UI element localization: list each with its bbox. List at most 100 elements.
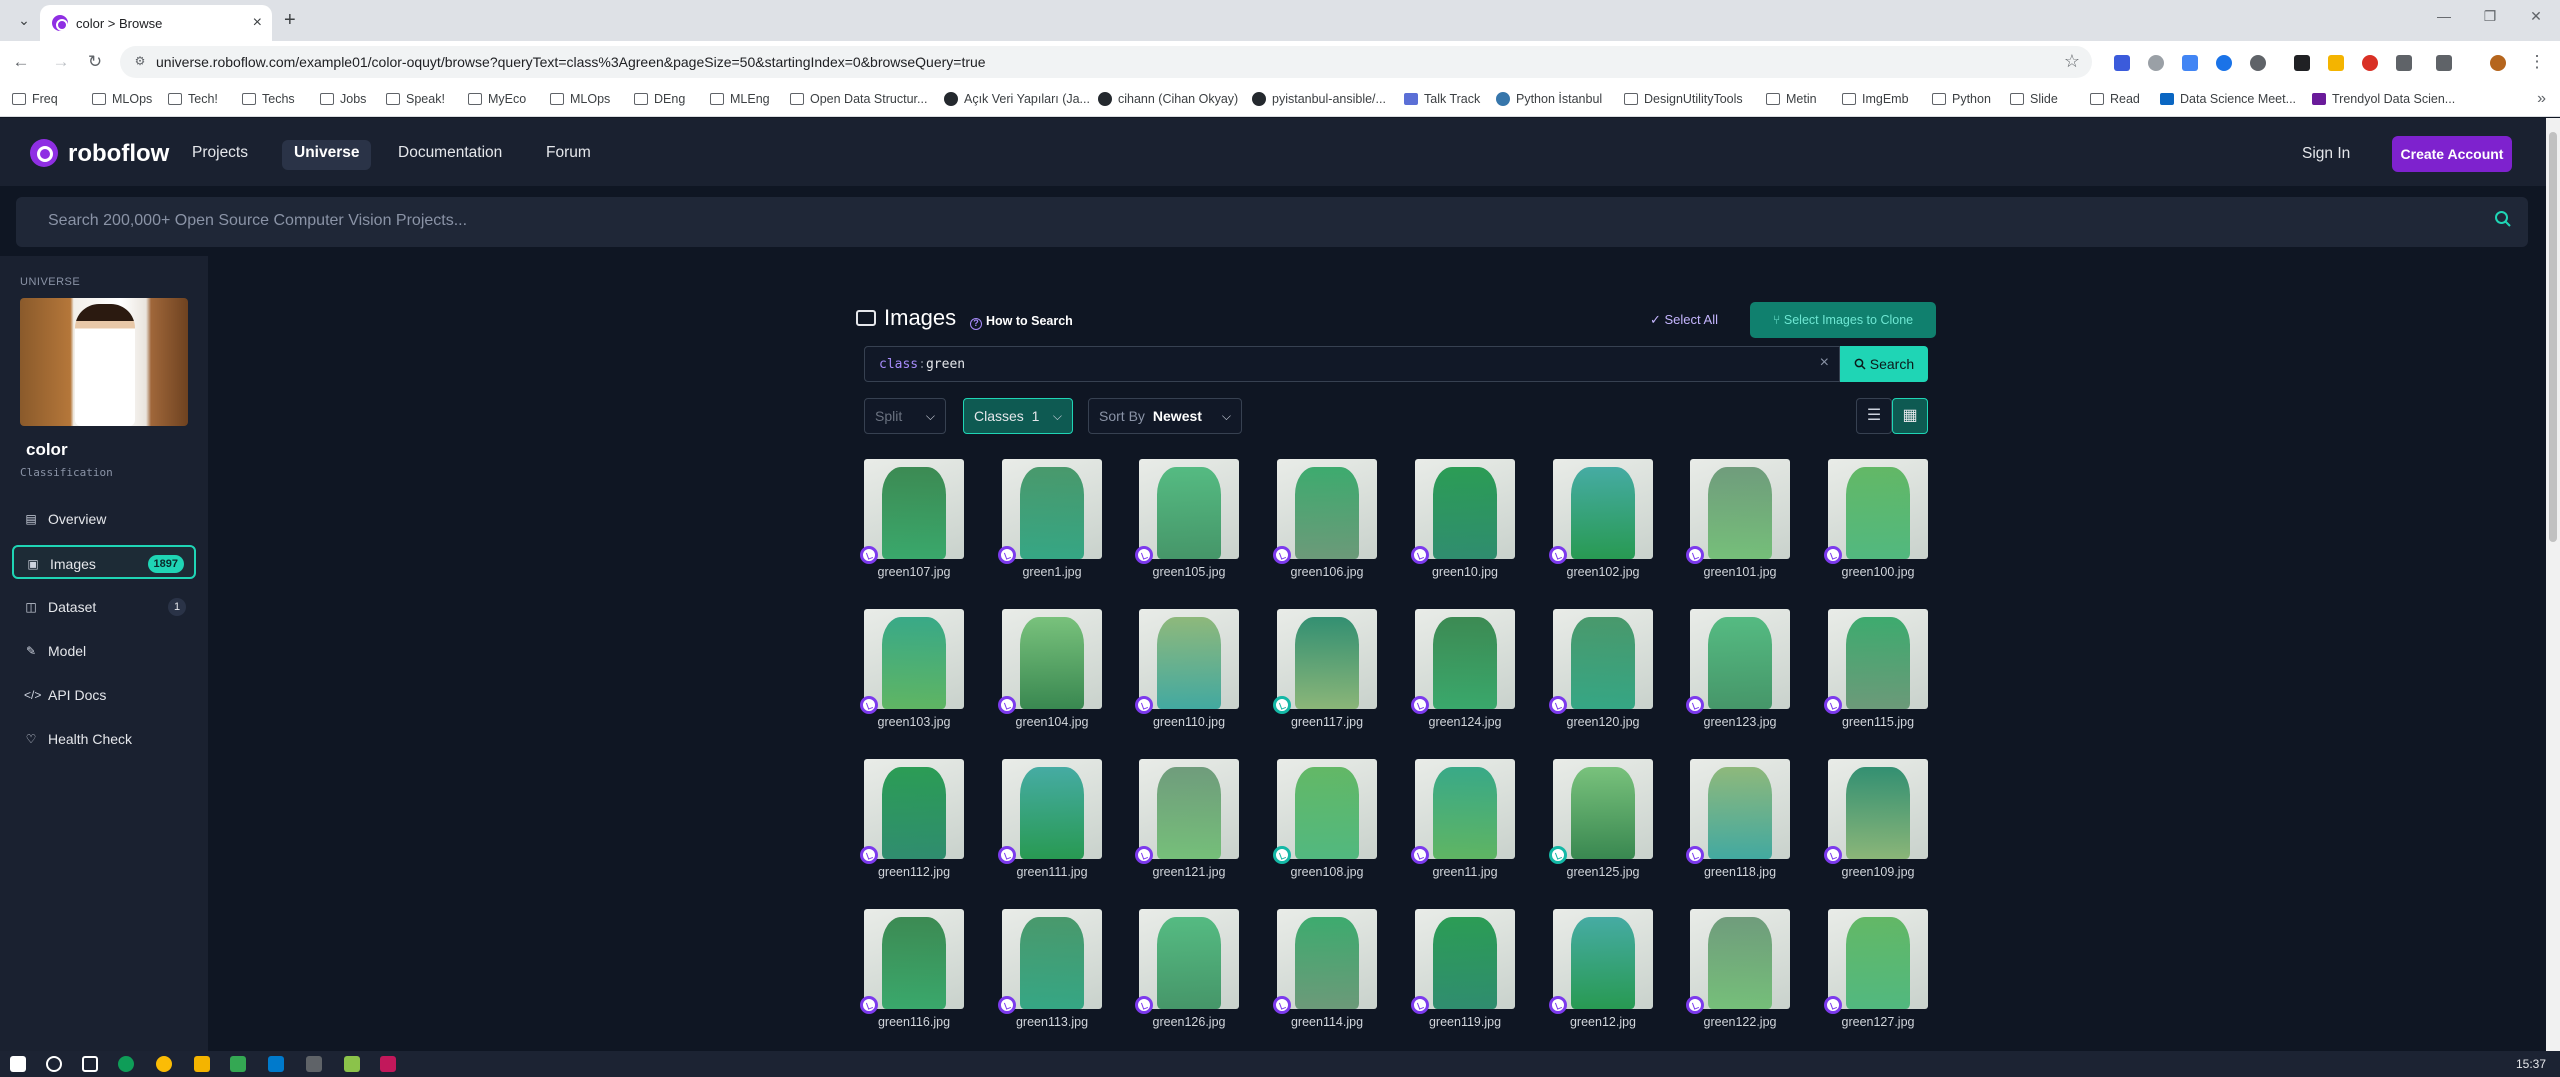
image-thumbnail[interactable] (1828, 609, 1928, 709)
site-info-icon[interactable]: ⚙ (132, 54, 148, 70)
bookmark-link[interactable]: Trendyol Data Scien... (2312, 92, 2455, 106)
image-thumbnail[interactable] (1828, 459, 1928, 559)
how-to-search-link[interactable]: ? How to Search (970, 314, 1073, 330)
sidebar-item-health-check[interactable]: ♡ Health Check (12, 722, 196, 756)
sign-in-link[interactable]: Sign In (2302, 145, 2350, 163)
image-card[interactable]: green112.jpg (860, 759, 964, 899)
extension-icon[interactable] (2362, 55, 2378, 71)
image-thumbnail[interactable] (1002, 459, 1102, 559)
address-bar[interactable]: ⚙ universe.roboflow.com/example01/color-… (120, 46, 2092, 78)
image-card[interactable]: green10.jpg (1411, 459, 1515, 599)
back-icon[interactable]: ← (10, 51, 32, 73)
bookmark-folder[interactable]: Tech! (168, 92, 218, 106)
image-card[interactable]: green122.jpg (1686, 909, 1790, 1049)
select-all-button[interactable]: ✓ Select All (1650, 312, 1718, 328)
bookmark-folder[interactable]: Jobs (320, 92, 366, 106)
roboflow-logo-icon[interactable] (30, 139, 58, 167)
terminal-icon[interactable] (306, 1056, 322, 1072)
scrollbar-thumb[interactable] (2549, 132, 2557, 542)
sidebar-item-dataset[interactable]: ◫ Dataset 1 (12, 590, 196, 624)
tab-search-icon[interactable]: ⌄ (14, 10, 34, 30)
universe-search-bar[interactable]: Search 200,000+ Open Source Computer Vis… (16, 197, 2528, 247)
nav-documentation[interactable]: Documentation (386, 140, 514, 170)
bookmark-link[interactable]: Talk Track (1404, 92, 1480, 106)
image-thumbnail[interactable] (1828, 759, 1928, 859)
image-card[interactable]: green127.jpg (1824, 909, 1928, 1049)
app-icon[interactable] (380, 1056, 396, 1072)
sidebar-item-model[interactable]: ✎ Model (12, 634, 196, 668)
image-card[interactable]: green111.jpg (998, 759, 1102, 899)
image-thumbnail[interactable] (1415, 909, 1515, 1009)
image-thumbnail[interactable] (1139, 909, 1239, 1009)
chrome-menu-icon[interactable]: ⋮ (2526, 51, 2548, 73)
image-thumbnail[interactable] (1002, 909, 1102, 1009)
windows-start-icon[interactable] (10, 1056, 26, 1072)
image-thumbnail[interactable] (1002, 609, 1102, 709)
sidebar-item-overview[interactable]: ▤ Overview (12, 502, 196, 536)
image-card[interactable]: green116.jpg (860, 909, 964, 1049)
bookmark-folder[interactable]: Metin (1766, 92, 1817, 106)
create-account-button[interactable]: Create Account (2392, 136, 2512, 172)
list-view-button[interactable]: ☰ (1856, 398, 1892, 434)
image-thumbnail[interactable] (1415, 609, 1515, 709)
search-icon[interactable] (46, 1056, 62, 1072)
sidebar-item-images[interactable]: ▣ Images 1897 (12, 545, 196, 579)
nav-projects[interactable]: Projects (180, 140, 260, 170)
bookmark-star-icon[interactable]: ☆ (2064, 51, 2080, 72)
bookmark-link[interactable]: pyistanbul-ansible/... (1252, 92, 1386, 106)
image-thumbnail[interactable] (1139, 609, 1239, 709)
bookmark-folder[interactable]: ImgEmb (1842, 92, 1909, 106)
image-card[interactable]: green119.jpg (1411, 909, 1515, 1049)
query-text[interactable]: class:green (879, 357, 965, 372)
image-thumbnail[interactable] (864, 759, 964, 859)
select-images-to-clone-button[interactable]: ⑂ Select Images to Clone (1750, 302, 1936, 338)
nav-forum[interactable]: Forum (534, 140, 603, 170)
image-card[interactable]: green115.jpg (1824, 609, 1928, 749)
image-card[interactable]: green105.jpg (1135, 459, 1239, 599)
bookmark-link[interactable]: cihann (Cihan Okyay) (1098, 92, 1238, 106)
image-card[interactable]: green103.jpg (860, 609, 964, 749)
image-card[interactable]: green101.jpg (1686, 459, 1790, 599)
forward-icon[interactable]: → (50, 51, 72, 73)
image-card[interactable]: green12.jpg (1549, 909, 1653, 1049)
extension-icon[interactable] (2114, 55, 2130, 71)
bookmark-folder[interactable]: MLEng (710, 92, 770, 106)
image-thumbnail[interactable] (1415, 759, 1515, 859)
new-tab-icon[interactable]: + (284, 9, 296, 32)
sidebar-item-api-docs[interactable]: </> API Docs (12, 678, 196, 712)
image-thumbnail[interactable] (1139, 759, 1239, 859)
image-card[interactable]: green107.jpg (860, 459, 964, 599)
task-view-icon[interactable] (82, 1056, 98, 1072)
bookmark-folder[interactable]: Slide (2010, 92, 2058, 106)
more-bookmarks-icon[interactable]: » (2537, 90, 2546, 108)
image-thumbnail[interactable] (1690, 759, 1790, 859)
extension-icon[interactable] (2396, 55, 2412, 71)
bookmark-folder[interactable]: Read (2090, 92, 2140, 106)
image-thumbnail[interactable] (1690, 909, 1790, 1009)
image-card[interactable]: green110.jpg (1135, 609, 1239, 749)
extension-icon[interactable] (2328, 55, 2344, 71)
bookmark-folder[interactable]: DesignUtilityTools (1624, 92, 1743, 106)
profile-avatar[interactable] (2490, 55, 2506, 71)
browser-tab[interactable]: color > Browse × (40, 5, 272, 41)
image-thumbnail[interactable] (1139, 459, 1239, 559)
bookmark-folder[interactable]: Speak! (386, 92, 445, 106)
image-card[interactable]: green104.jpg (998, 609, 1102, 749)
bookmark-folder[interactable]: MyEco (468, 92, 526, 106)
image-thumbnail[interactable] (1553, 759, 1653, 859)
image-thumbnail[interactable] (864, 459, 964, 559)
extension-icon[interactable] (2216, 55, 2232, 71)
image-thumbnail[interactable] (1277, 909, 1377, 1009)
image-card[interactable]: green109.jpg (1824, 759, 1928, 899)
bookmark-link[interactable]: Python İstanbul (1496, 92, 1602, 106)
extension-icon[interactable] (2250, 55, 2266, 71)
image-thumbnail[interactable] (1553, 909, 1653, 1009)
chrome-icon[interactable] (156, 1056, 172, 1072)
image-thumbnail[interactable] (1002, 759, 1102, 859)
search-icon[interactable] (2492, 210, 2514, 232)
file-explorer-icon[interactable] (194, 1056, 210, 1072)
image-thumbnail[interactable] (864, 909, 964, 1009)
universe-search-input[interactable]: Search 200,000+ Open Source Computer Vis… (48, 212, 467, 230)
bookmark-link[interactable]: Open Data Structur... (790, 92, 927, 106)
window-close-icon[interactable]: ✕ (2526, 8, 2546, 25)
